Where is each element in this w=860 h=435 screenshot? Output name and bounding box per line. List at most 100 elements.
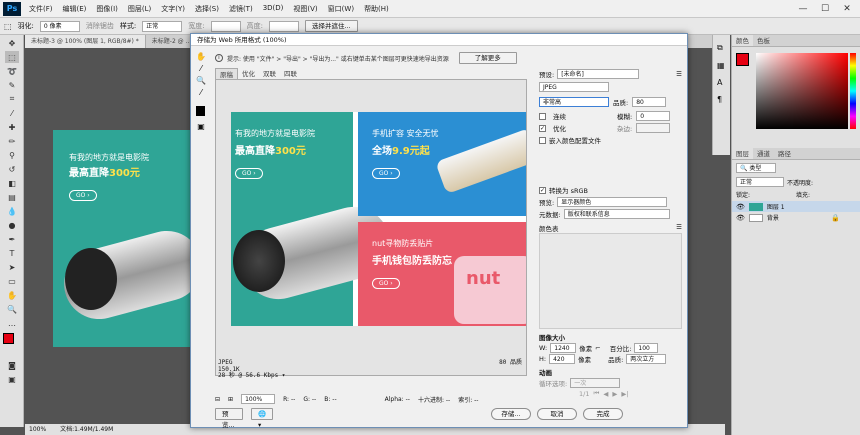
tab-2up[interactable]: 双联 <box>259 68 280 79</box>
width-input[interactable]: 1240 <box>550 342 577 353</box>
quality-preset-select[interactable]: 非常高 <box>539 97 609 107</box>
menu-item[interactable]: 选择(S) <box>190 4 224 14</box>
shape-tool-icon[interactable]: ▭ <box>5 275 19 287</box>
toggle-slices-icon[interactable]: ▣ <box>194 122 208 134</box>
dodge-icon[interactable]: ● <box>5 219 19 231</box>
done-button[interactable]: 完成 <box>583 408 623 420</box>
progressive-checkbox[interactable] <box>539 112 546 120</box>
hand-tool-icon[interactable]: ✋ <box>194 52 208 64</box>
link-icon[interactable]: ⌐ <box>595 344 600 352</box>
hand-tool-icon[interactable]: ✋ <box>5 289 19 301</box>
layer-name-background[interactable]: 背景 <box>767 213 779 222</box>
color-picker[interactable] <box>732 47 860 135</box>
height-input[interactable] <box>269 20 299 32</box>
hue-slider[interactable] <box>850 53 856 129</box>
eraser-icon[interactable]: ◧ <box>5 177 19 189</box>
zoom-out-icon[interactable]: ⊟ <box>215 396 220 403</box>
tab-swatches[interactable]: 色板 <box>753 35 774 46</box>
visibility-eye-icon[interactable]: 👁 <box>736 203 745 211</box>
optimized-checkbox[interactable]: ✓ <box>539 124 546 132</box>
preview-button[interactable]: 预览... <box>215 408 243 429</box>
menu-item[interactable]: 窗口(W) <box>323 4 359 14</box>
visibility-eye-icon[interactable]: 👁 <box>736 214 745 222</box>
adjust-icon[interactable]: A <box>717 78 726 87</box>
menu-item[interactable]: 视图(V) <box>288 4 322 14</box>
pen-tool-icon[interactable]: ✒ <box>5 233 19 245</box>
color-swatches[interactable] <box>3 333 20 355</box>
marquee-tool-icon[interactable]: ⬚ <box>4 22 12 31</box>
browser-select[interactable]: 🌐▾ <box>251 408 273 429</box>
color-fg-swatch[interactable] <box>736 53 749 66</box>
quick-select-icon[interactable]: ✎ <box>5 79 19 91</box>
quick-mask-icon[interactable]: ◙ <box>5 359 19 371</box>
color-field[interactable] <box>756 53 848 129</box>
width-input[interactable] <box>210 20 241 32</box>
metadata-select[interactable]: 版权和联系信息 <box>563 209 670 219</box>
path-select-icon[interactable]: ➤ <box>5 261 19 273</box>
eyedropper-icon[interactable]: ⁄ <box>194 88 208 100</box>
play-icon[interactable]: ▶ <box>612 390 617 398</box>
preset-select[interactable]: [未命名] <box>557 69 640 79</box>
zoom-tool-icon[interactable]: 🔍 <box>194 76 208 88</box>
convert-srgb-checkbox[interactable]: ✓ <box>539 186 546 194</box>
screen-mode-icon[interactable]: ▣ <box>5 373 19 385</box>
layer-row-background[interactable]: 👁 背景 🔒 <box>732 212 860 223</box>
slice-select-icon[interactable]: ⁄ <box>194 64 208 76</box>
more-tools-icon[interactable]: … <box>5 317 19 329</box>
paragraph-icon[interactable]: ¶ <box>717 95 726 104</box>
clone-stamp-icon[interactable]: ⚲ <box>5 149 19 161</box>
color-table[interactable] <box>539 233 682 329</box>
menu-item[interactable]: 图层(L) <box>123 4 156 14</box>
foreground-color[interactable] <box>3 333 14 344</box>
healing-brush-icon[interactable]: ✚ <box>5 121 19 133</box>
prev-frame-icon[interactable]: ◀ <box>603 390 608 398</box>
select-and-mask-button[interactable]: 选择并遮住... <box>305 20 358 32</box>
height-input[interactable]: 420 <box>549 353 576 364</box>
tab-paths[interactable]: 路径 <box>774 148 795 159</box>
tab-4up[interactable]: 四联 <box>280 68 301 79</box>
matte-select[interactable] <box>636 123 671 133</box>
blur-icon[interactable]: 💧 <box>5 205 19 217</box>
doc-tab-1[interactable]: 未标题-3 @ 100% (图层 1, RGB/8#) * <box>25 35 146 48</box>
brush-tool-icon[interactable]: ✏ <box>5 135 19 147</box>
tab-original[interactable]: 原稿 <box>215 68 238 79</box>
gradient-icon[interactable]: ▤ <box>5 191 19 203</box>
menu-item[interactable]: 编辑(E) <box>58 4 92 14</box>
maximize-icon[interactable]: ☐ <box>814 0 836 18</box>
menu-item[interactable]: 文件(F) <box>24 4 58 14</box>
antialias-checkbox[interactable]: 消除锯齿 <box>86 21 114 31</box>
blend-mode-select[interactable]: 正常 <box>736 177 784 187</box>
menu-item[interactable]: 图像(I) <box>91 4 123 14</box>
properties-icon[interactable]: ▦ <box>717 61 726 70</box>
zoom-in-icon[interactable]: ⊞ <box>228 396 233 403</box>
move-tool-icon[interactable]: ✥ <box>5 37 19 49</box>
format-select[interactable]: JPEG <box>539 82 609 92</box>
crop-tool-icon[interactable]: ⌗ <box>5 93 19 105</box>
next-frame-icon[interactable]: ▶| <box>621 390 628 398</box>
percent-input[interactable]: 100 <box>634 342 659 353</box>
save-button[interactable]: 存储... <box>491 408 531 420</box>
tab-optimized[interactable]: 优化 <box>238 68 259 79</box>
tab-channels[interactable]: 通道 <box>753 148 774 159</box>
close-icon[interactable]: ✕ <box>836 0 858 18</box>
history-brush-icon[interactable]: ↺ <box>5 163 19 175</box>
embed-profile-checkbox[interactable] <box>539 136 546 144</box>
eyedropper-icon[interactable]: ⁄ <box>5 107 19 119</box>
type-tool-icon[interactable]: T <box>5 247 19 259</box>
loop-select[interactable]: 一次 <box>570 377 621 388</box>
tab-color[interactable]: 颜色 <box>732 35 753 46</box>
zoom-tool-icon[interactable]: 🔍 <box>5 303 19 315</box>
minimize-icon[interactable]: — <box>792 0 814 18</box>
lasso-tool-icon[interactable]: ➰ <box>5 65 19 77</box>
blur-input[interactable]: 0 <box>636 111 671 121</box>
status-zoom[interactable]: 100% <box>29 424 46 435</box>
optimized-preview-image[interactable]: 有我的地方就是电影院 最高直降300元 GO › 手机扩容 安全无忧 全场9.9… <box>231 112 526 326</box>
preset-menu-icon[interactable]: ☰ <box>676 70 682 78</box>
color-table-menu-icon[interactable]: ☰ <box>676 223 682 233</box>
layer-filter-kind[interactable]: 🔍 类型 <box>736 163 776 173</box>
menu-item[interactable]: 滤镜(T) <box>224 4 258 14</box>
menu-item[interactable]: 帮助(H) <box>359 4 394 14</box>
eyedropper-color-swatch[interactable] <box>196 106 205 116</box>
first-frame-icon[interactable]: ⏮ <box>593 389 599 398</box>
marquee-tool-icon[interactable]: ⬚ <box>5 51 19 63</box>
